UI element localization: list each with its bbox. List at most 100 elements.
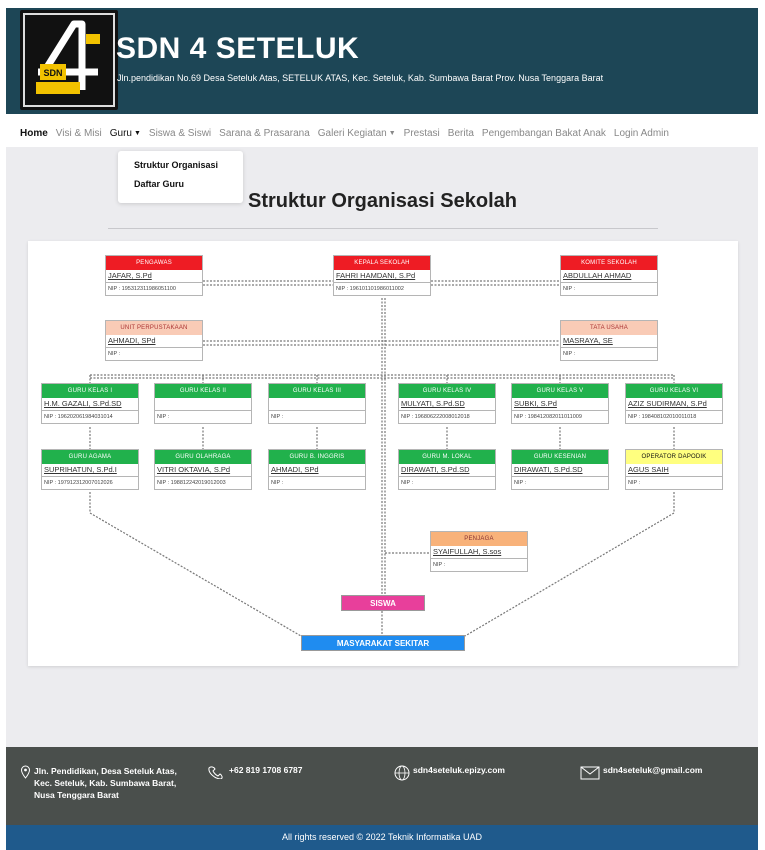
org-title: GURU B. INGGRIS (269, 450, 365, 464)
org-nip: NIP : (514, 480, 527, 486)
nav-login-label: Login Admin (613, 127, 669, 139)
dropdown-item-struktur[interactable]: Struktur Organisasi (134, 157, 243, 176)
org-name: MASRAYA, SE (561, 335, 657, 348)
org-nip: NIP : 196806222008012018 (401, 414, 470, 420)
org-name: MULYATI, S.Pd.SD (399, 398, 495, 411)
footer-address: Jln. Pendidikan, Desa Seteluk Atas, Kec.… (20, 765, 190, 801)
svg-text:SDN: SDN (43, 68, 62, 78)
footer-email[interactable]: sdn4seteluk@gmail.com (580, 765, 702, 781)
org-name: VITRI OKTAVIA, S.Pd (155, 464, 251, 477)
footer-website[interactable]: sdn4seteluk.epizy.com (394, 765, 505, 781)
org-title: KEPALA SEKOLAH (334, 256, 430, 270)
org-box-kepala-sekolah[interactable]: KEPALA SEKOLAH FAHRI HAMDANI, S.Pd NIP :… (333, 255, 431, 296)
footer-phone[interactable]: +62 819 1708 6787 (206, 765, 303, 779)
nav-home[interactable]: Home (20, 128, 48, 139)
footer-website-text: sdn4seteluk.epizy.com (413, 765, 505, 775)
nav-berita[interactable]: Berita (448, 128, 474, 139)
map-pin-icon (20, 765, 31, 779)
org-box-guru-mulok[interactable]: GURU M. LOKAL DIRAWATI, S.Pd.SD NIP : (398, 449, 496, 490)
page-title: Struktur Organisasi Sekolah (0, 190, 765, 213)
org-box-guru-kelas-4[interactable]: GURU KELAS IV MULYATI, S.Pd.SD NIP : 196… (398, 383, 496, 424)
org-nip: NIP : 198412082011011009 (514, 414, 582, 420)
nav-siswa[interactable]: Siswa & Siswi (149, 128, 211, 139)
org-name: SUPRIHATUN, S.Pd.I (42, 464, 138, 477)
nav-visi-misi-label: Visi & Misi (55, 127, 102, 139)
footer-email-text: sdn4seteluk@gmail.com (603, 765, 703, 775)
org-nip: NIP : (108, 351, 121, 357)
org-box-penjaga[interactable]: PENJAGA SYAIFULLAH, S.sos NIP : (430, 531, 528, 572)
nav-prestasi[interactable]: Prestasi (404, 128, 440, 139)
org-name: H.M. GAZALI, S.Pd.SD (42, 398, 138, 411)
org-box-guru-kelas-5[interactable]: GURU KELAS V SUBKI, S.Pd NIP : 198412082… (511, 383, 609, 424)
org-box-guru-kelas-2[interactable]: GURU KELAS II NIP : (154, 383, 252, 424)
org-box-perpustakaan[interactable]: UNIT PERPUSTAKAAN AHMADI, SPd NIP : (105, 320, 203, 361)
org-chart-panel: PENGAWAS JAFAR, S.Pd NIP : 1953123119860… (28, 241, 738, 666)
org-nip: NIP : 196101101986011002 (336, 286, 404, 292)
org-name (155, 398, 251, 411)
org-nip: NIP : 195312311986051100 (108, 286, 176, 292)
org-name: AHMADI, SPd (269, 464, 365, 477)
org-box-pengawas[interactable]: PENGAWAS JAFAR, S.Pd NIP : 1953123119860… (105, 255, 203, 296)
site-title: SDN 4 SETELUK (116, 32, 360, 65)
org-box-guru-olahraga[interactable]: GURU OLAHRAGA VITRI OKTAVIA, S.Pd NIP : … (154, 449, 252, 490)
dropdown-item-daftar-guru[interactable]: Daftar Guru (134, 176, 243, 195)
title-divider (108, 228, 658, 229)
nav-guru[interactable]: Guru ▼ (110, 128, 141, 139)
globe-icon (394, 765, 410, 781)
org-box-guru-kelas-3[interactable]: GURU KELAS III NIP : (268, 383, 366, 424)
nav-sarana-label: Sarana & Prasarana (219, 127, 310, 139)
org-box-komite[interactable]: KOMITE SEKOLAH ABDULLAH AHMAD NIP : (560, 255, 658, 296)
nav-prestasi-label: Prestasi (403, 127, 440, 139)
org-box-tata-usaha[interactable]: TATA USAHA MASRAYA, SE NIP : (560, 320, 658, 361)
org-box-masyarakat[interactable]: MASYARAKAT SEKITAR (301, 635, 465, 651)
site-header: SDN SDN 4 SETELUK Jln.pendidikan No.69 D… (6, 8, 758, 114)
org-box-siswa[interactable]: SISWA (341, 595, 425, 611)
logo-emblem: SDN (23, 13, 115, 107)
org-name: DIRAWATI, S.Pd.SD (399, 464, 495, 477)
org-box-guru-agama[interactable]: GURU AGAMA SUPRIHATUN, S.Pd.I NIP : 1979… (41, 449, 139, 490)
caret-down-icon: ▼ (133, 129, 141, 137)
nav-galeri[interactable]: Galeri Kegiatan ▼ (318, 128, 396, 139)
org-title: PENJAGA (431, 532, 527, 546)
nav-sarana[interactable]: Sarana & Prasarana (219, 128, 310, 139)
copyright-bar: All rights reserved © 2022 Teknik Inform… (6, 825, 758, 850)
mail-icon (580, 766, 600, 780)
org-name: ABDULLAH AHMAD (561, 270, 657, 283)
org-nip: NIP : (401, 480, 414, 486)
org-name: AGUS SAIH (626, 464, 722, 477)
org-name: SUBKI, S.Pd (512, 398, 608, 411)
guru-dropdown-menu: Struktur Organisasi Daftar Guru (118, 151, 243, 203)
nav-berita-label: Berita (447, 127, 474, 139)
org-nip: NIP : (433, 562, 446, 568)
org-box-guru-kelas-1[interactable]: GURU KELAS I H.M. GAZALI, S.Pd.SD NIP : … (41, 383, 139, 424)
org-name (269, 398, 365, 411)
org-title: GURU KELAS II (155, 384, 251, 398)
org-title: GURU KELAS V (512, 384, 608, 398)
org-box-operator-dapodik[interactable]: OPERATOR DAPODIK AGUS SAIH NIP : (625, 449, 723, 490)
org-name: SYAIFULLAH, S.sos (431, 546, 527, 559)
nav-visi-misi[interactable]: Visi & Misi (56, 128, 102, 139)
org-name: AHMADI, SPd (106, 335, 202, 348)
org-box-guru-kesenian[interactable]: GURU KESENIAN DIRAWATI, S.Pd.SD NIP : (511, 449, 609, 490)
org-name: DIRAWATI, S.Pd.SD (512, 464, 608, 477)
org-nip: NIP : (628, 480, 641, 486)
org-title: KOMITE SEKOLAH (561, 256, 657, 270)
org-box-guru-inggris[interactable]: GURU B. INGGRIS AHMADI, SPd NIP : (268, 449, 366, 490)
org-name: JAFAR, S.Pd (106, 270, 202, 283)
nav-login-admin[interactable]: Login Admin (614, 128, 669, 139)
nav-bakat[interactable]: Pengembangan Bakat Anak (482, 128, 606, 139)
nav-bakat-label: Pengembangan Bakat Anak (481, 127, 606, 139)
nav-siswa-label: Siswa & Siswi (148, 127, 212, 139)
page-title-text: Struktur Organisasi Sekolah (248, 190, 517, 212)
org-title: UNIT PERPUSTAKAAN (106, 321, 202, 335)
nav-galeri-label: Galeri Kegiatan (317, 127, 387, 139)
org-title: GURU AGAMA (42, 450, 138, 464)
org-box-guru-kelas-6[interactable]: GURU KELAS VI AZIZ SUDIRMAN, S.Pd NIP : … (625, 383, 723, 424)
main-navbar: Home Visi & Misi Guru ▼ Siswa & Siswi Sar… (6, 120, 758, 146)
phone-icon (208, 766, 223, 779)
org-name: AZIZ SUDIRMAN, S.Pd (626, 398, 722, 411)
site-footer: Jln. Pendidikan, Desa Seteluk Atas, Kec.… (6, 747, 758, 825)
school-logo[interactable]: SDN (20, 10, 118, 110)
caret-down-icon: ▼ (388, 129, 396, 137)
footer-phone-text: +62 819 1708 6787 (229, 765, 303, 775)
